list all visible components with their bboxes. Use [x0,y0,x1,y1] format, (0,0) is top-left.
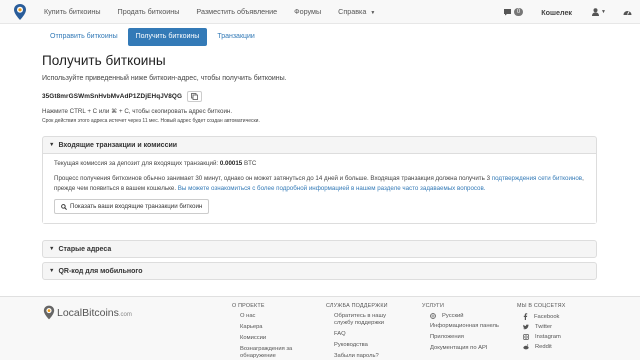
footer-link-apps[interactable]: Приложения [430,334,502,341]
footer-link-instagram[interactable]: Instagram [523,334,597,340]
incoming-panel-toggle[interactable]: ▼ Входящие транзакции и комиссии [43,137,596,153]
logo-main-text: LocalBitcoins [57,306,119,319]
incoming-panel-title: Входящие транзакции и комиссии [58,141,178,149]
show-incoming-label: Показать ваши входящие транзакции биткои… [70,203,203,210]
footer-col-title: СЛУЖБА ПОДДЕРЖКИ [326,303,388,309]
globe-icon [430,313,436,319]
triangle-down-icon: ▼ [49,268,55,274]
nav-buy-bitcoins[interactable]: Купить биткоины [44,7,101,16]
nav-sell-bitcoins[interactable]: Продать биткоины [118,7,180,16]
nav-help-label: Справка [338,7,367,16]
search-icon [61,203,67,210]
old-addresses-title: Старые адреса [58,245,112,253]
footer-link-facebook[interactable]: Facebook [523,313,597,320]
address-expiry-note: Срок действия этого адреса истечет через… [42,118,260,124]
triangle-down-icon: ▼ [49,246,55,252]
incoming-transactions-panel: ▼ Входящие транзакции и комиссии Текущая… [42,136,597,224]
footer-link-bounties[interactable]: Вознаграждения за обнаружение [240,346,312,360]
site-footer: LocalBitcoins.com О ПРОЕКТЕ О нас Карьер… [0,296,640,360]
footer-col-social: МЫ В СОЦСЕТЯХ Facebook Twitter Instagram… [517,303,597,350]
commission-label: Текущая комиссия за депозит для входящих… [54,160,219,167]
bitcoin-address[interactable]: 35Gt8mrGSWmSnHvbMvAdP1ZDjEHqJV8QG [42,93,182,100]
deposit-commission: Текущая комиссия за депозит для входящих… [54,160,588,167]
footer-link-fees[interactable]: Комиссии [240,335,312,342]
facebook-label: Facebook [534,313,560,320]
footer-col-about: О ПРОЕКТЕ О нас Карьера Комиссии Вознагр… [232,303,312,360]
wallet-tabs: Отправить биткоины Получить биткоины Тра… [42,28,265,46]
top-navbar: Купить биткоины Продать биткоины Размест… [0,0,640,24]
show-incoming-transactions-button[interactable]: Показать ваши входящие транзакции биткои… [54,199,210,214]
footer-col-title: О ПРОЕКТЕ [232,303,265,309]
messages-button[interactable]: 0 [503,8,524,16]
footer-col-title: УСЛУГИ [422,303,445,309]
qr-code-toggle[interactable]: ▼ QR-код для мобильного [43,263,596,279]
footer-link-reddit[interactable]: Reddit [523,344,597,350]
qr-code-title: QR-код для мобильного [58,267,143,275]
tab-receive-bitcoins[interactable]: Получить биткоины [127,28,208,46]
footer-col-services: УСЛУГИ Русский Информационная панель При… [422,303,502,352]
footer-link-faq[interactable]: FAQ [334,331,406,338]
nav-post-ad[interactable]: Разместить объявление [196,7,277,16]
commission-value: 0.00015 [219,160,243,167]
footer-link-dashboard[interactable]: Информационная панель [430,323,502,330]
copy-hint: Нажмите CTRL + C или ⌘ + C, чтобы скопир… [42,108,233,115]
tab-send-bitcoins[interactable]: Отправить биткоины [42,28,126,46]
logo-suffix-text: .com [118,311,132,318]
language-label: Русский [442,313,464,319]
reddit-label: Reddit [535,344,552,350]
commission-unit: BTC [243,160,257,167]
tab-transactions[interactable]: Транзакции [209,28,263,46]
location-pin-logo-icon [14,3,26,20]
speedometer-icon[interactable] [623,8,632,16]
confirmations-link[interactable]: подтверждения сети биткоинов [492,175,582,182]
footer-col-title: МЫ В СОЦСЕТЯХ [517,303,566,309]
page-lead: Используйте приведенный ниже биткоин-адр… [42,75,287,82]
receive-section: Получить биткоины Используйте приведенны… [42,52,598,124]
footer-link-careers[interactable]: Карьера [240,324,312,331]
page-title: Получить биткоины [42,53,166,68]
triangle-down-icon: ▼ [49,142,55,148]
caret-down-icon: ▼ [601,9,606,15]
old-addresses-toggle[interactable]: ▼ Старые адреса [43,241,596,257]
footer-link-forgot-password[interactable]: Забыли пароль? [334,353,406,360]
footer-link-about[interactable]: О нас [240,313,312,320]
reddit-icon [523,344,529,350]
footer-link-contact-support[interactable]: Обратитесь в нашу службу поддержки [334,313,406,327]
message-count-badge: 0 [513,8,524,16]
old-addresses-panel: ▼ Старые адреса [42,240,597,258]
footer-logo[interactable]: LocalBitcoins.com [43,305,132,320]
instagram-label: Instagram [535,334,561,340]
nav-help-dropdown[interactable]: Справка ▼ [338,7,375,16]
copy-icon [191,93,198,100]
nav-wallet[interactable]: Кошелек [541,8,572,17]
instagram-icon [523,334,529,340]
home-logo-link[interactable] [0,3,40,20]
user-menu-dropdown[interactable]: ▼ [592,8,606,16]
twitter-icon [523,324,529,330]
caret-down-icon: ▼ [370,10,376,16]
location-pin-logo-icon [43,305,55,320]
chat-bubble-icon [503,9,511,16]
footer-language-selector[interactable]: Русский [430,313,502,319]
footer-link-api-docs[interactable]: Документация по API [430,345,502,352]
qr-code-panel: ▼ QR-код для мобильного [42,262,597,280]
faq-link[interactable]: Вы можете ознакомиться с более подробной… [178,185,486,192]
twitter-label: Twitter [535,324,553,330]
footer-link-twitter[interactable]: Twitter [523,324,597,330]
user-icon [592,8,600,16]
footer-col-support: СЛУЖБА ПОДДЕРЖКИ Обратитесь в нашу служб… [326,303,406,360]
nav-forums[interactable]: Форумы [294,7,321,16]
processing-info: Процесс получения биткоинов обычно заним… [54,174,588,193]
copy-address-button[interactable] [187,91,203,102]
processing-text-1: Процесс получения биткоинов обычно заним… [54,175,491,182]
footer-link-guides[interactable]: Руководства [334,342,406,349]
facebook-icon [523,313,528,320]
